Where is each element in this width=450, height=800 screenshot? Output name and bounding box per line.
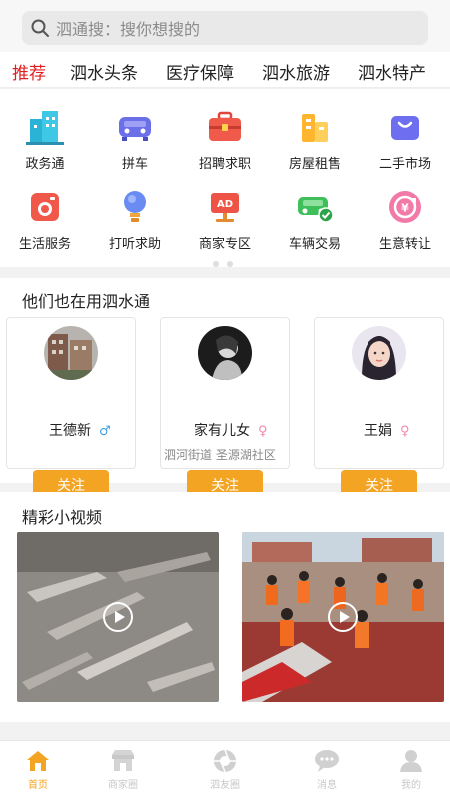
section-title: 他们也在用泗水通 bbox=[22, 292, 151, 311]
play-icon bbox=[328, 602, 358, 632]
search-placeholder: 泗通搜：搜你想搜的 bbox=[56, 20, 201, 39]
service-label: 招聘求职 bbox=[198, 157, 251, 172]
home-icon bbox=[25, 749, 51, 773]
video-thumbnail[interactable] bbox=[242, 532, 444, 702]
nav-messages[interactable]: 消息 bbox=[282, 749, 372, 791]
tab-recommend[interactable]: 推荐 bbox=[12, 59, 46, 84]
tab-specialty[interactable]: 泗水特产 bbox=[358, 59, 426, 84]
user-location: 泗河街道 圣源湖社区 bbox=[164, 448, 276, 462]
buildings-icon bbox=[295, 107, 335, 147]
male-icon: ♂ bbox=[99, 424, 111, 439]
user-name: 王娟 bbox=[364, 423, 392, 439]
user-name-row: 王娟 ♀ bbox=[364, 420, 410, 440]
search-icon bbox=[31, 19, 49, 37]
nav-label: 商家圈 bbox=[108, 780, 138, 791]
svg-text:¥: ¥ bbox=[401, 202, 409, 215]
user-card[interactable]: 王娟 ♀ 关注 bbox=[314, 317, 444, 500]
tab-headlines[interactable]: 泗水头条 bbox=[70, 59, 138, 84]
nav-shops[interactable]: 商家圈 bbox=[78, 749, 168, 791]
page-indicator bbox=[213, 261, 233, 267]
service-gov[interactable]: 政务通 bbox=[0, 107, 90, 172]
search-input[interactable]: 泗通搜：搜你想搜的 bbox=[22, 11, 428, 45]
service-label: 政务通 bbox=[25, 157, 65, 172]
ad-board-icon: AD bbox=[205, 187, 245, 227]
briefcase-icon bbox=[205, 107, 245, 147]
service-label: 生活服务 bbox=[18, 237, 71, 252]
category-tabs: 推荐 泗水头条 医疗保障 泗水旅游 泗水特产 bbox=[0, 52, 450, 88]
user-card[interactable]: 王德新 ♂ 关注 bbox=[6, 317, 136, 500]
washing-machine-icon bbox=[25, 187, 65, 227]
nav-label: 泗友圈 bbox=[210, 780, 240, 791]
user-icon bbox=[398, 749, 424, 773]
avatar bbox=[198, 326, 252, 380]
bottom-nav: 首页 商家圈 泗友圈 消息 我的 bbox=[0, 740, 450, 800]
section-title: 精彩小视频 bbox=[22, 508, 103, 527]
service-housing[interactable]: 房屋租售 bbox=[270, 107, 360, 172]
female-icon: ♀ bbox=[400, 424, 410, 439]
car-check-icon bbox=[295, 187, 335, 227]
tab-travel[interactable]: 泗水旅游 bbox=[262, 59, 330, 84]
service-grid: 政务通 拼车 招聘求职 房屋租售 二手市场 生活服务 打听求助 AD 商家专区 … bbox=[0, 89, 450, 267]
avatar bbox=[44, 326, 98, 380]
user-name-row: 家有儿女 ♀ bbox=[194, 420, 268, 440]
shopping-bag-icon bbox=[385, 107, 425, 147]
user-name: 王德新 bbox=[49, 423, 91, 439]
service-vehicles[interactable]: 车辆交易 bbox=[270, 187, 360, 252]
user-name: 家有儿女 bbox=[194, 423, 250, 439]
service-label: 二手市场 bbox=[378, 157, 431, 172]
video-thumbnail[interactable] bbox=[17, 532, 219, 702]
nav-label: 我的 bbox=[401, 780, 421, 791]
service-label: 打听求助 bbox=[108, 237, 161, 252]
service-label: 车辆交易 bbox=[288, 237, 341, 252]
page-dot bbox=[227, 261, 233, 267]
service-label: 生意转让 bbox=[378, 237, 431, 252]
female-icon: ♀ bbox=[258, 424, 268, 439]
service-label: 拼车 bbox=[121, 157, 148, 172]
car-icon bbox=[115, 107, 155, 147]
service-help[interactable]: 打听求助 bbox=[90, 187, 180, 252]
page-dot bbox=[213, 261, 219, 267]
building-icon bbox=[25, 107, 65, 147]
service-merchant[interactable]: AD 商家专区 bbox=[180, 187, 270, 252]
user-card[interactable]: 家有儿女 ♀ 泗河街道 圣源湖社区 关注 bbox=[160, 317, 290, 500]
search-bar: 泗通搜：搜你想搜的 bbox=[0, 0, 450, 52]
service-life[interactable]: 生活服务 bbox=[0, 187, 90, 252]
avatar bbox=[352, 326, 406, 380]
user-name-row: 王德新 ♂ bbox=[49, 420, 111, 440]
camera-shutter-icon bbox=[212, 749, 238, 773]
service-secondhand[interactable]: 二手市场 bbox=[360, 107, 450, 172]
nav-home[interactable]: 首页 bbox=[0, 749, 83, 791]
nav-label: 首页 bbox=[28, 780, 48, 791]
play-icon bbox=[103, 602, 133, 632]
service-carpool[interactable]: 拼车 bbox=[90, 107, 180, 172]
svg-text:AD: AD bbox=[217, 199, 233, 210]
exchange-icon: ¥ bbox=[385, 187, 425, 227]
nav-label: 消息 bbox=[317, 780, 337, 791]
videos-section: 精彩小视频 bbox=[0, 492, 450, 722]
users-section: 他们也在用泗水通 王德新 ♂ 关注 家有儿女 ♀ 泗河街道 圣源湖社区 关注 王娟 ♀… bbox=[0, 278, 450, 500]
service-transfer[interactable]: ¥ 生意转让 bbox=[360, 187, 450, 252]
service-label: 商家专区 bbox=[198, 237, 251, 252]
chat-icon bbox=[314, 749, 340, 773]
service-label: 房屋租售 bbox=[288, 157, 341, 172]
service-jobs[interactable]: 招聘求职 bbox=[180, 107, 270, 172]
tab-medical[interactable]: 医疗保障 bbox=[166, 59, 234, 84]
lightbulb-icon bbox=[115, 187, 155, 227]
nav-friends[interactable]: 泗友圈 bbox=[180, 749, 270, 791]
nav-profile[interactable]: 我的 bbox=[366, 749, 450, 791]
shop-icon bbox=[110, 749, 136, 773]
